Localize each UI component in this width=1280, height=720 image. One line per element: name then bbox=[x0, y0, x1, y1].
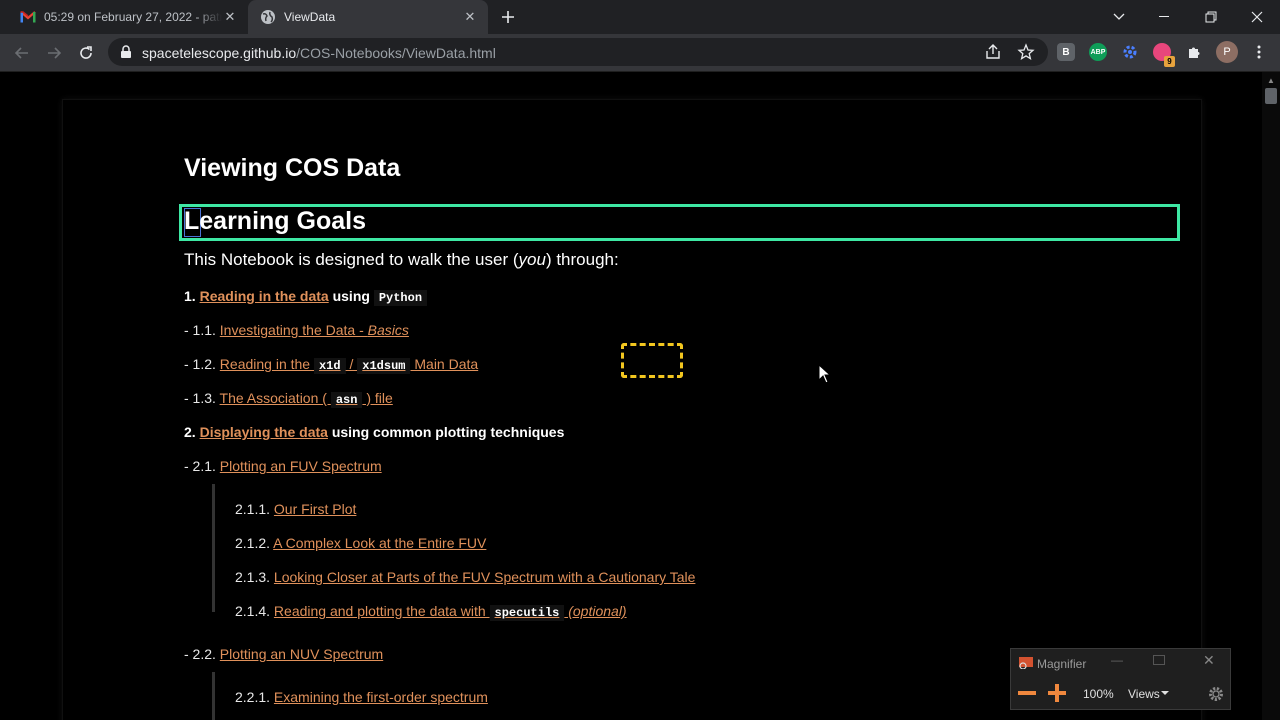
notebook-card bbox=[62, 99, 1202, 720]
views-dropdown[interactable]: Views bbox=[1128, 687, 1160, 701]
tab-search-chevron-icon[interactable] bbox=[1096, 0, 1142, 34]
magnifier-close-icon[interactable]: ✕ bbox=[1203, 652, 1215, 669]
mouse-cursor-icon bbox=[818, 363, 832, 389]
learning-goals-heading: Learning Goals bbox=[184, 207, 366, 235]
list-item: 2.1.3. Looking Closer at Parts of the FU… bbox=[235, 569, 696, 585]
list-item: 2. Displaying the data using common plot… bbox=[184, 424, 565, 440]
gmail-icon bbox=[20, 9, 36, 25]
share-icon[interactable] bbox=[984, 43, 1002, 61]
magnifier-title: Magnifier bbox=[1037, 657, 1087, 671]
scrollbar-thumb[interactable] bbox=[1265, 88, 1277, 104]
restore-icon[interactable] bbox=[1188, 0, 1234, 34]
toc-link[interactable]: Plotting an FUV Spectrum bbox=[220, 458, 382, 474]
extension-badge: 9 bbox=[1164, 56, 1175, 67]
toc-link[interactable]: A Complex Look at the Entire FUV bbox=[273, 535, 486, 551]
tab-title: 05:29 on February 27, 2022 - patrick bbox=[44, 10, 222, 24]
list-item: 2.2.1. Examining the first-order spectru… bbox=[235, 689, 488, 705]
browser-toolbar: spacetelescope.github.io/COS-Notebooks/V… bbox=[0, 34, 1280, 72]
views-caret-icon[interactable] bbox=[1161, 691, 1169, 695]
list-item: 2.1.2. A Complex Look at the Entire FUV bbox=[235, 535, 487, 551]
lock-icon[interactable] bbox=[120, 45, 132, 64]
puzzle-extensions-icon[interactable] bbox=[1185, 43, 1203, 61]
magnifier-settings-gear-icon[interactable] bbox=[1207, 685, 1225, 703]
zoom-out-minus-icon[interactable] bbox=[1017, 683, 1037, 703]
bookmark-extension-icon[interactable]: B bbox=[1057, 43, 1075, 61]
toc-link[interactable]: Displaying the data bbox=[200, 424, 328, 440]
scroll-up-arrow-icon[interactable]: ▲ bbox=[1267, 76, 1275, 85]
tab-close-icon[interactable]: ✕ bbox=[462, 9, 478, 25]
magnifier-window: Magnifier — ✕ 100% Views bbox=[1010, 648, 1231, 710]
magnifier-maximize-icon[interactable] bbox=[1153, 655, 1165, 665]
focus-indicator-box bbox=[621, 343, 683, 378]
tab-gmail[interactable]: 05:29 on February 27, 2022 - patrick ✕ bbox=[8, 0, 248, 34]
list-item: 1. Reading in the data using Python bbox=[184, 288, 428, 306]
new-tab-plus-icon[interactable] bbox=[500, 9, 516, 25]
profile-avatar[interactable]: P bbox=[1216, 41, 1238, 63]
minimize-icon[interactable] bbox=[1142, 0, 1188, 34]
zoom-in-plus-icon[interactable] bbox=[1047, 683, 1067, 703]
magnifier-app-icon bbox=[1019, 656, 1033, 670]
toc-link[interactable]: Reading in the data bbox=[200, 288, 329, 304]
url-text: spacetelescope.github.io/COS-Notebooks/V… bbox=[142, 45, 496, 61]
vertical-scrollbar[interactable]: ▲ bbox=[1262, 72, 1280, 720]
toc-link[interactable]: Reading and plotting the data with specu… bbox=[274, 603, 627, 621]
kebab-menu-icon[interactable] bbox=[1250, 43, 1268, 61]
adblock-plus-icon[interactable]: ABP bbox=[1089, 43, 1107, 61]
web-page: Viewing COS Data Learning Goals This Not… bbox=[0, 72, 1262, 720]
globe-icon bbox=[260, 9, 276, 25]
toc-link[interactable]: Investigating the Data - Basics bbox=[220, 322, 409, 338]
list-item: - 1.2. Reading in the x1d / x1dsum Main … bbox=[184, 356, 479, 374]
toc-link[interactable]: The Association ( asn ) file bbox=[220, 390, 393, 408]
intro-text: This Notebook is designed to walk the us… bbox=[184, 250, 619, 269]
close-window-icon[interactable] bbox=[1234, 0, 1280, 34]
list-item: - 2.1. Plotting an FUV Spectrum bbox=[184, 458, 382, 474]
toc-link[interactable]: Plotting an NUV Spectrum bbox=[220, 646, 383, 662]
tab-title: ViewData bbox=[284, 10, 336, 24]
tab-viewdata[interactable]: ViewData ✕ bbox=[248, 0, 488, 34]
list-item: 2.1.1. Our First Plot bbox=[235, 501, 357, 517]
gear-extension-icon[interactable] bbox=[1121, 43, 1139, 61]
tab-close-icon[interactable]: ✕ bbox=[222, 9, 238, 25]
reload-icon[interactable] bbox=[75, 42, 97, 64]
address-bar[interactable]: spacetelescope.github.io/COS-Notebooks/V… bbox=[108, 38, 1048, 66]
list-item: - 1.3. The Association ( asn ) file bbox=[184, 390, 393, 408]
toc-link[interactable]: Examining the first-order spectrum bbox=[274, 689, 488, 705]
back-arrow-icon[interactable] bbox=[11, 42, 33, 64]
zoom-level: 100% bbox=[1083, 687, 1114, 701]
list-item: 2.1.4. Reading and plotting the data wit… bbox=[235, 603, 627, 621]
tab-strip: 05:29 on February 27, 2022 - patrick ✕ V… bbox=[0, 0, 1280, 34]
blockquote-bar bbox=[212, 672, 215, 720]
toc-link[interactable]: Looking Closer at Parts of the FUV Spect… bbox=[274, 569, 696, 585]
blockquote-bar bbox=[212, 484, 215, 612]
bookmark-star-icon[interactable] bbox=[1017, 43, 1035, 61]
list-item: - 1.1. Investigating the Data - Basics bbox=[184, 322, 409, 338]
list-item: - 2.2. Plotting an NUV Spectrum bbox=[184, 646, 384, 662]
magnifier-minimize-icon[interactable]: — bbox=[1111, 653, 1123, 667]
toc-link[interactable]: Reading in the x1d / x1dsum Main Data bbox=[220, 356, 478, 374]
toc-link[interactable]: Our First Plot bbox=[274, 501, 356, 517]
forward-arrow-icon[interactable] bbox=[43, 42, 65, 64]
page-title: Viewing COS Data bbox=[184, 154, 401, 182]
